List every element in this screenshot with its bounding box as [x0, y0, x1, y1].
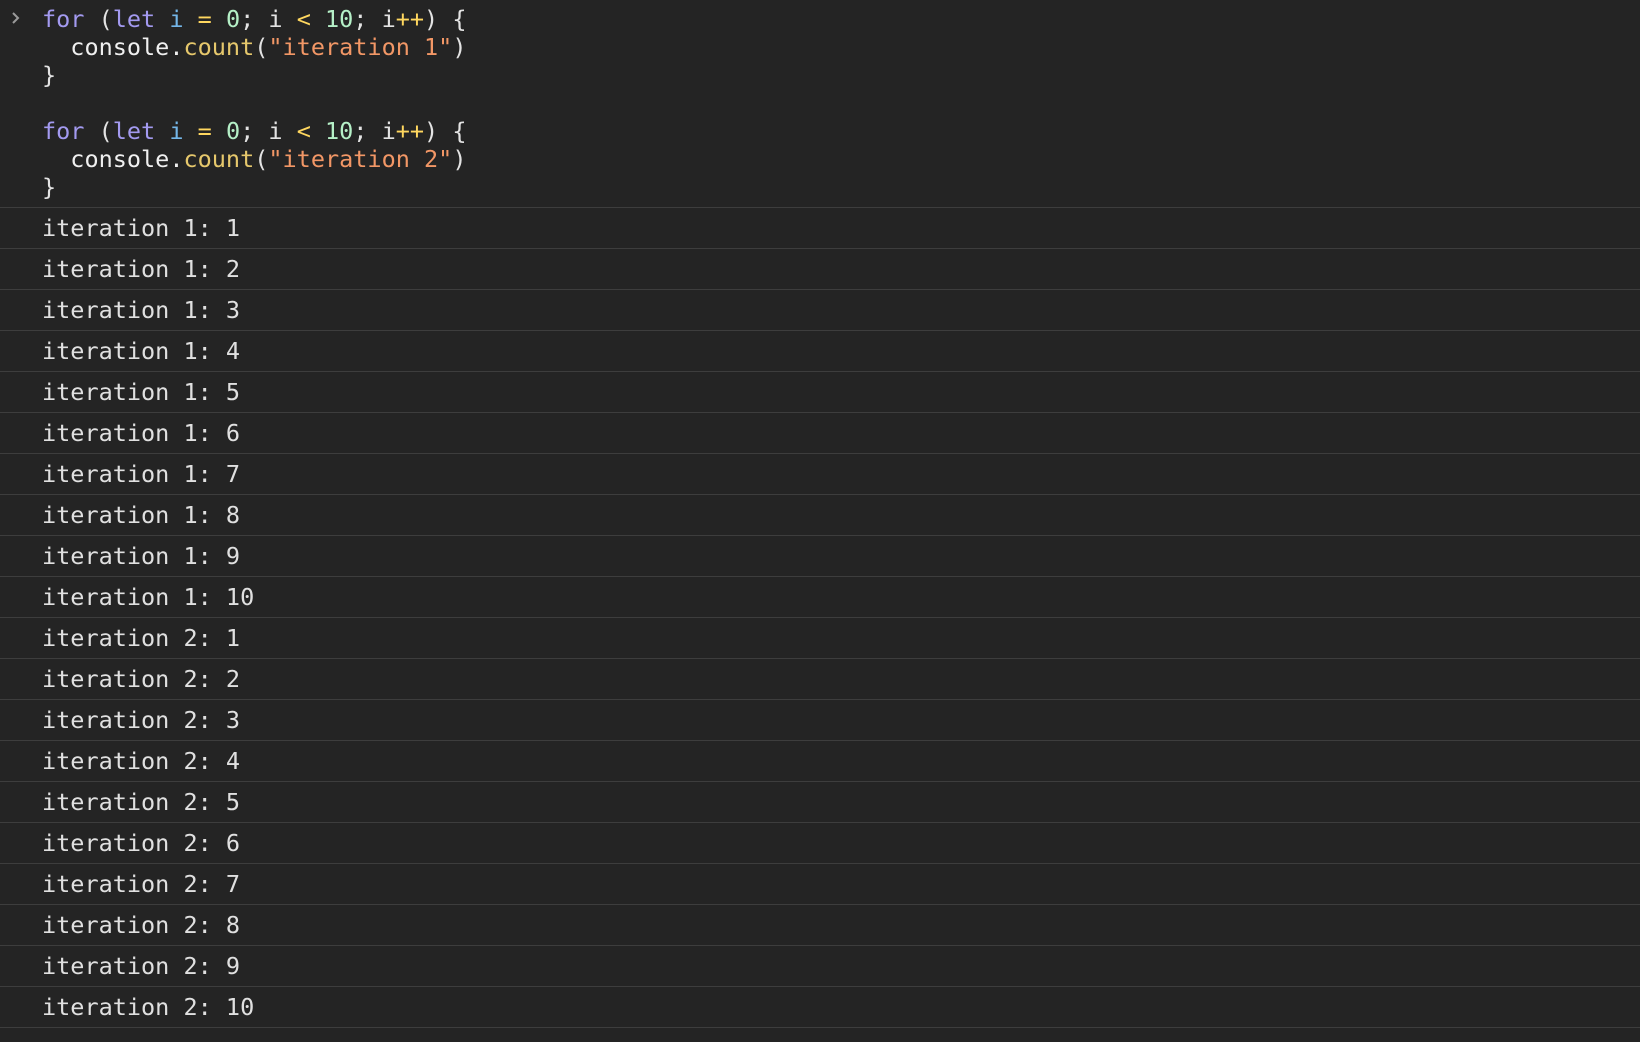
operator-increment: ++	[395, 5, 425, 33]
log-row[interactable]: iteration 1: 9	[0, 536, 1640, 577]
method-count: count	[183, 33, 255, 61]
number-ten: 10	[310, 117, 354, 145]
code-line: console.count("iteration 2")	[42, 145, 1640, 173]
console-object: console.	[42, 145, 184, 173]
variable-i: i	[155, 5, 184, 33]
string-literal: "iteration 2"	[268, 145, 453, 173]
log-row[interactable]: iteration 2: 2	[0, 659, 1640, 700]
code-line: }	[42, 61, 1640, 89]
paren-open: (	[84, 117, 113, 145]
console-output-list: iteration 1: 1 iteration 1: 2 iteration …	[0, 208, 1640, 1028]
operator-assign: =	[183, 117, 212, 145]
chevron-right-icon	[12, 12, 20, 24]
keyword-for: for	[42, 117, 85, 145]
operator-increment: ++	[395, 117, 425, 145]
method-count: count	[183, 145, 255, 173]
variable-i: i	[155, 117, 184, 145]
semicolon-segment: ; i	[240, 117, 297, 145]
log-row[interactable]: iteration 2: 1	[0, 618, 1640, 659]
number-ten: 10	[310, 5, 354, 33]
log-row[interactable]: iteration 1: 2	[0, 249, 1640, 290]
log-row[interactable]: iteration 1: 8	[0, 495, 1640, 536]
call-close: )	[452, 33, 467, 61]
log-row[interactable]: iteration 2: 9	[0, 946, 1640, 987]
code-line: console.count("iteration 1")	[42, 33, 1640, 61]
log-row[interactable]: iteration 2: 4	[0, 741, 1640, 782]
log-row[interactable]: iteration 1: 7	[0, 454, 1640, 495]
paren-close-brace: ) {	[424, 5, 467, 33]
brace-close: }	[42, 173, 57, 201]
keyword-for: for	[42, 5, 85, 33]
log-row[interactable]: iteration 2: 3	[0, 700, 1640, 741]
code-line: }	[42, 173, 1640, 201]
code-line: for (let i = 0; i < 10; i++) {	[42, 117, 1640, 145]
paren-close-brace: ) {	[424, 117, 467, 145]
log-row[interactable]: iteration 2: 7	[0, 864, 1640, 905]
log-row[interactable]: iteration 2: 5	[0, 782, 1640, 823]
log-row[interactable]: iteration 2: 6	[0, 823, 1640, 864]
log-row[interactable]: iteration 1: 3	[0, 290, 1640, 331]
console-input-block[interactable]: for (let i = 0; i < 10; i++) { console.c…	[0, 0, 1640, 208]
log-row[interactable]: iteration 2: 10	[0, 987, 1640, 1028]
brace-close: }	[42, 61, 57, 89]
log-row[interactable]: iteration 1: 10	[0, 577, 1640, 618]
log-row[interactable]: iteration 1: 4	[0, 331, 1640, 372]
log-row[interactable]: iteration 2: 8	[0, 905, 1640, 946]
call-open: (	[254, 33, 269, 61]
log-row[interactable]: iteration 1: 1	[0, 208, 1640, 249]
string-literal: "iteration 1"	[268, 33, 453, 61]
number-zero: 0	[211, 117, 241, 145]
log-row[interactable]: iteration 1: 6	[0, 413, 1640, 454]
semicolon-segment: ; i	[240, 5, 297, 33]
call-open: (	[254, 145, 269, 173]
log-row[interactable]: iteration 1: 5	[0, 372, 1640, 413]
operator-lt: <	[296, 117, 311, 145]
code-line: for (let i = 0; i < 10; i++) {	[42, 5, 1640, 33]
call-close: )	[452, 145, 467, 173]
operator-lt: <	[296, 5, 311, 33]
console-object: console.	[42, 33, 184, 61]
paren-open: (	[84, 5, 113, 33]
keyword-let: let	[112, 117, 156, 145]
number-zero: 0	[211, 5, 241, 33]
keyword-let: let	[112, 5, 156, 33]
operator-assign: =	[183, 5, 212, 33]
semicolon-segment: ; i	[353, 117, 396, 145]
semicolon-segment: ; i	[353, 5, 396, 33]
